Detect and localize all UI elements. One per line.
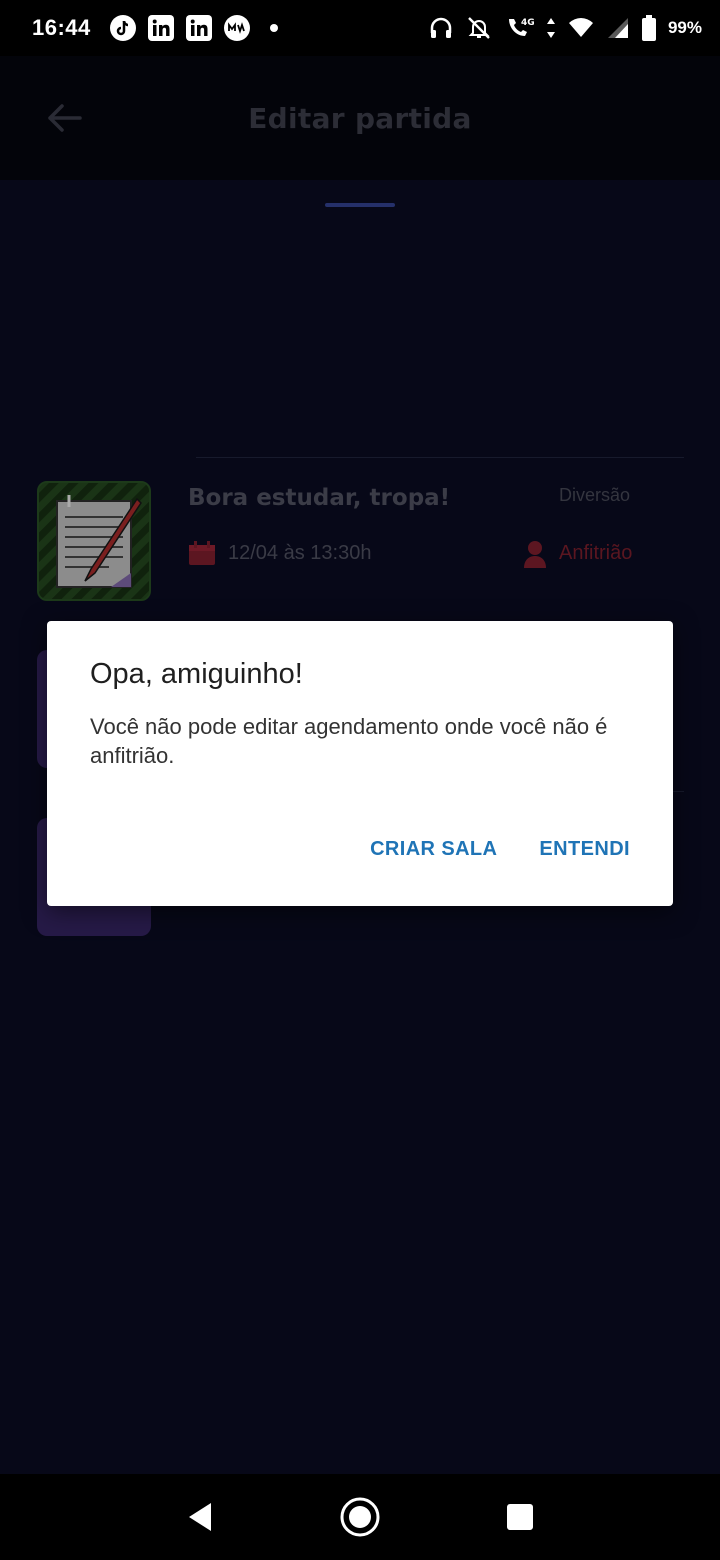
app-header: Editar partida [0, 56, 720, 180]
battery-icon [641, 15, 656, 41]
tab-indicator [325, 203, 395, 207]
recents-square-icon [507, 1504, 533, 1530]
system-nav-bar [0, 1474, 720, 1560]
bell-off-icon [468, 17, 490, 39]
battery-percent: 99% [667, 18, 702, 37]
criar-sala-button[interactable]: CRIAR SALA [370, 838, 497, 861]
page-title: Editar partida [248, 101, 472, 135]
match-title[interactable]: Bora estudar, tropa! [188, 485, 450, 511]
host-icon [524, 541, 546, 568]
entendi-button[interactable]: ENTENDI [539, 838, 630, 861]
linkedin-icon [147, 15, 174, 41]
dot-icon [269, 24, 278, 32]
system-icons: 4G 99% [428, 15, 702, 41]
dialog-title: Opa, amiguinho! [90, 658, 303, 690]
dialog-message: Você não pode editar agendamento onde vo… [90, 714, 608, 768]
status-bar: 16:44 4G 99% [0, 0, 720, 56]
match-category: Diversão [559, 485, 631, 505]
calendar-icon [189, 541, 215, 565]
me-icon [223, 15, 250, 41]
wifi-icon [568, 18, 593, 37]
notification-icons [109, 14, 281, 42]
host-label: Anfitrião [559, 542, 633, 564]
match-date: 12/04 às 13:30h [228, 542, 372, 564]
divider [196, 457, 684, 458]
screen: 16:44 4G 99% Editar partida Bora estudar… [0, 0, 720, 1560]
back-triangle-icon [189, 1503, 211, 1531]
tiktok-icon [109, 15, 136, 41]
linkedin-icon [185, 15, 212, 41]
dialog-actions: CRIAR SALA ENTENDI [370, 838, 630, 861]
match-thumbnail[interactable] [37, 481, 151, 601]
wifi-call-icon: 4G [508, 18, 534, 36]
nav-home-button[interactable] [338, 1495, 382, 1539]
status-time: 16:44 [32, 15, 91, 40]
svg-text:4G: 4G [521, 18, 534, 28]
nav-back-button[interactable] [178, 1495, 222, 1539]
home-circle-icon [340, 1497, 380, 1537]
data-arrows-icon [546, 18, 555, 38]
notebook-pencil-icon [39, 483, 149, 599]
signal-icon [607, 18, 628, 38]
nav-recents-button[interactable] [498, 1495, 542, 1539]
arrow-left-icon[interactable] [44, 102, 84, 134]
headphones-icon [430, 17, 452, 38]
alert-dialog: Opa, amiguinho! Você não pode editar age… [47, 621, 673, 906]
